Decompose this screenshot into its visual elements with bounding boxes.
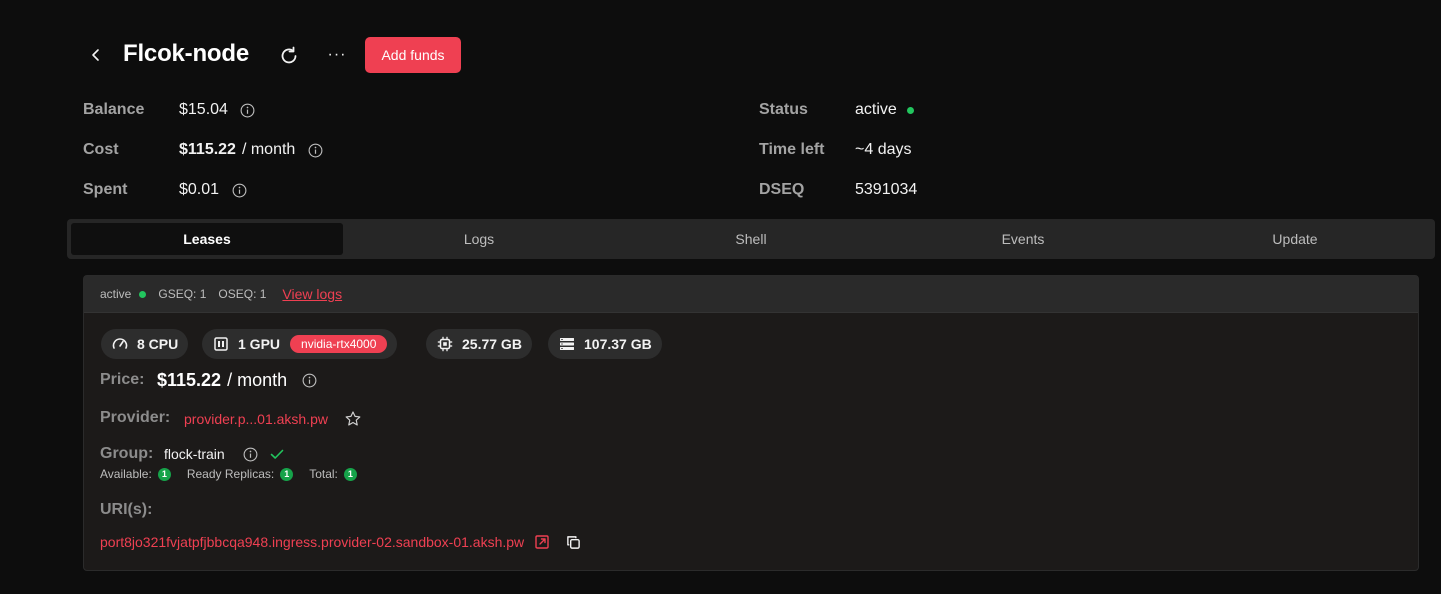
cost-value-row: $115.22 / month xyxy=(179,141,323,159)
total-badge: 1 xyxy=(343,467,357,481)
info-icon[interactable] xyxy=(243,446,259,462)
refresh-icon xyxy=(281,46,297,64)
tab-update[interactable]: Update xyxy=(1159,223,1431,255)
info-icon[interactable] xyxy=(231,182,247,198)
page-title: Flcok-node xyxy=(123,40,250,67)
cost-unit: / month xyxy=(241,141,296,158)
ready-replicas-label: Ready Replicas: xyxy=(186,467,275,481)
cpu-value: 8 CPU xyxy=(137,336,179,352)
cost-label: Cost xyxy=(83,141,119,158)
refresh-button[interactable] xyxy=(276,43,302,69)
tab-bar: Leases Logs Shell Events Update xyxy=(67,219,1435,259)
balance-value-row: $15.04 xyxy=(179,101,256,119)
time-left-label: Time left xyxy=(759,141,825,158)
memory-chip: 25.77 GB xyxy=(426,329,532,359)
lease-card-header: active GSEQ: 1 OSEQ: 1 View logs xyxy=(84,276,1418,313)
price-value-row: $115.22 / month xyxy=(157,370,317,391)
gpu-chip: 1 GPU nvidia-rtx4000 xyxy=(202,329,398,359)
group-value: flock-train xyxy=(164,446,225,462)
more-options-button[interactable]: ··· xyxy=(323,43,351,67)
balance-value: $15.04 xyxy=(179,101,228,118)
storage-icon xyxy=(560,338,574,350)
storage-value: 107.37 GB xyxy=(584,336,652,352)
spent-value: $0.01 xyxy=(179,181,220,198)
price-label: Price: xyxy=(100,371,145,388)
price-unit: / month xyxy=(227,370,288,390)
spent-value-row: $0.01 xyxy=(179,181,247,199)
gpu-icon xyxy=(214,337,228,351)
add-funds-button[interactable]: Add funds xyxy=(365,37,461,73)
back-button[interactable] xyxy=(84,43,108,67)
group-label: Group: xyxy=(100,445,154,462)
info-icon[interactable] xyxy=(240,102,256,118)
lease-status-dot xyxy=(139,290,147,298)
copy-icon[interactable] xyxy=(566,535,581,550)
provider-label: Provider: xyxy=(100,409,171,426)
memory-value: 25.77 GB xyxy=(462,336,522,352)
available-label: Available: xyxy=(100,467,152,481)
balance-label: Balance xyxy=(83,101,145,118)
ready-replicas-count: Ready Replicas: 1 xyxy=(186,467,294,481)
tab-shell[interactable]: Shell xyxy=(615,223,887,255)
info-icon[interactable] xyxy=(301,373,317,389)
status-label: Status xyxy=(759,101,808,118)
view-logs-link[interactable]: View logs xyxy=(282,286,342,302)
price-value: $115.22 xyxy=(157,370,222,390)
provider-row: provider.p...01.aksh.pw xyxy=(184,410,362,428)
dseq-value: 5391034 xyxy=(855,181,918,198)
uri-link[interactable]: port8jo321fvjatpfjbbcqa948.ingress.provi… xyxy=(100,534,524,550)
time-left-value: ~4 days xyxy=(855,141,912,158)
lease-status-text: active xyxy=(100,287,132,301)
available-badge: 1 xyxy=(157,467,171,481)
total-count: Total: 1 xyxy=(309,467,357,481)
external-link-icon[interactable] xyxy=(534,534,550,550)
more-icon: ··· xyxy=(327,46,347,63)
gpu-model-badge: nvidia-rtx4000 xyxy=(290,335,388,353)
ready-replicas-badge: 1 xyxy=(280,467,294,481)
storage-chip: 107.37 GB xyxy=(548,329,662,359)
uris-label: URI(s): xyxy=(100,501,153,518)
dseq-label: DSEQ xyxy=(759,181,805,198)
provider-link[interactable]: provider.p...01.aksh.pw xyxy=(184,411,328,427)
uri-row: port8jo321fvjatpfjbbcqa948.ingress.provi… xyxy=(100,534,581,550)
status-dot xyxy=(906,106,914,114)
available-count: Available: 1 xyxy=(100,467,171,481)
memory-chip-icon xyxy=(437,336,453,352)
chevron-left-icon xyxy=(92,49,99,61)
cpu-gauge-icon xyxy=(112,338,128,349)
status-value: active xyxy=(855,101,897,118)
tab-leases[interactable]: Leases xyxy=(71,223,343,255)
tab-events[interactable]: Events xyxy=(887,223,1159,255)
check-icon xyxy=(270,449,283,459)
gseq: GSEQ: 1 xyxy=(158,287,207,301)
group-row: flock-train xyxy=(164,446,285,462)
info-icon[interactable] xyxy=(307,142,323,158)
oseq: OSEQ: 1 xyxy=(218,287,267,301)
spent-label: Spent xyxy=(83,181,128,198)
cpu-chip: 8 CPU xyxy=(101,329,189,359)
tab-logs[interactable]: Logs xyxy=(343,223,615,255)
status-value-row: active xyxy=(855,101,914,119)
gpu-value: 1 GPU xyxy=(238,336,281,352)
star-icon[interactable] xyxy=(344,410,362,428)
cost-value: $115.22 xyxy=(179,141,236,158)
lease-card: active GSEQ: 1 OSEQ: 1 View logs 8 CPU 1… xyxy=(83,275,1419,571)
total-label: Total: xyxy=(309,467,338,481)
replica-counts: Available: 1 Ready Replicas: 1 Total: 1 xyxy=(100,467,357,481)
lease-status: active xyxy=(100,287,147,301)
